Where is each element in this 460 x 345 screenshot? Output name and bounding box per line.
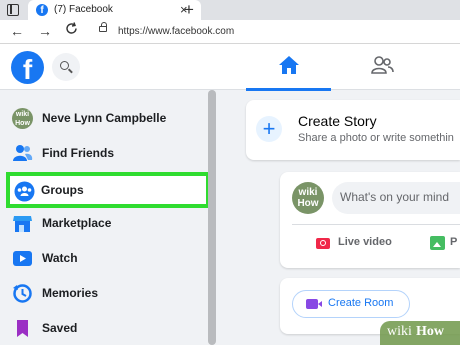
live-video-button[interactable]: Live video — [338, 236, 392, 248]
marketplace-icon — [13, 216, 32, 232]
photo-icon — [430, 236, 445, 250]
friends-icon — [371, 56, 394, 74]
tab-title: (7) Facebook — [54, 4, 113, 15]
refresh-icon[interactable] — [65, 22, 78, 38]
sidebar-item-marketplace[interactable]: Marketplace — [7, 207, 207, 239]
address-bar: ← → https://www.facebook.com — [0, 20, 460, 44]
facebook-header: f — [0, 44, 460, 91]
forward-icon[interactable]: → — [38, 23, 52, 39]
sidebar-item-label: Find Friends — [42, 146, 114, 160]
sidebar-item-label: Marketplace — [42, 216, 112, 230]
profile-avatar: wiki How — [12, 108, 33, 129]
lock-icon — [99, 22, 107, 32]
live-video-icon — [316, 238, 330, 249]
sidebar-item-label: Memories — [42, 286, 99, 300]
search-icon — [60, 61, 69, 70]
sidebar-item-saved[interactable]: Saved — [7, 312, 207, 344]
new-tab-button[interactable]: + — [184, 0, 194, 20]
tab-actions-icon[interactable] — [7, 4, 19, 16]
post-placeholder: What's on your mind — [340, 190, 450, 204]
create-room-button[interactable]: Create Room — [292, 290, 410, 318]
back-icon[interactable]: ← — [10, 23, 24, 39]
url-field[interactable]: https://www.facebook.com — [118, 26, 234, 37]
create-story-card[interactable]: + Create Story Share a photo or write so… — [246, 100, 460, 160]
tab-friends[interactable] — [340, 44, 425, 90]
memories-icon — [13, 284, 32, 303]
post-composer-input[interactable]: What's on your mind — [332, 182, 460, 214]
sidebar-item-watch[interactable]: Watch — [7, 242, 207, 274]
facebook-logo-icon[interactable]: f — [11, 51, 44, 84]
plus-icon: + — [256, 116, 282, 142]
browser-tab-bar: f (7) Facebook × + — [0, 0, 460, 20]
facebook-favicon-icon: f — [36, 4, 48, 16]
create-story-title: Create Story — [298, 113, 377, 129]
video-camera-icon — [306, 299, 322, 309]
watch-icon — [13, 251, 32, 266]
search-button[interactable] — [52, 53, 80, 81]
sidebar-item-label: Neve Lynn Campbelle — [42, 111, 167, 125]
home-icon — [279, 56, 299, 74]
sidebar-item-profile[interactable]: wiki How Neve Lynn Campbelle — [7, 102, 207, 134]
photo-video-button[interactable]: P — [450, 236, 457, 248]
groups-icon — [14, 181, 35, 202]
tab-home[interactable] — [246, 44, 331, 91]
sidebar-item-label: Groups — [41, 183, 84, 197]
sidebar-item-label: Watch — [42, 251, 78, 265]
news-feed: + Create Story Share a photo or write so… — [216, 90, 460, 345]
saved-icon — [17, 320, 28, 337]
friends-icon — [13, 145, 33, 161]
create-post-card: wiki How What's on your mind Live video … — [280, 172, 460, 268]
create-room-label: Create Room — [328, 297, 394, 309]
sidebar-scrollbar[interactable] — [208, 90, 216, 345]
divider — [292, 224, 460, 225]
create-story-subtitle: Share a photo or write somethin — [298, 132, 454, 144]
sidebar-item-memories[interactable]: Memories — [7, 277, 207, 309]
watermark-text: How — [416, 324, 444, 339]
sidebar-item-label: Saved — [42, 321, 78, 335]
avatar: wiki How — [292, 182, 324, 214]
sidebar-item-groups[interactable]: Groups — [6, 172, 210, 208]
sidebar-item-find-friends[interactable]: Find Friends — [7, 137, 207, 169]
browser-tab[interactable]: f (7) Facebook × — [28, 0, 201, 20]
watermark-text: wiki — [387, 324, 412, 339]
left-sidebar: wiki How Neve Lynn Campbelle Find Friend… — [0, 90, 216, 345]
wikihow-watermark: wiki How — [380, 321, 460, 345]
